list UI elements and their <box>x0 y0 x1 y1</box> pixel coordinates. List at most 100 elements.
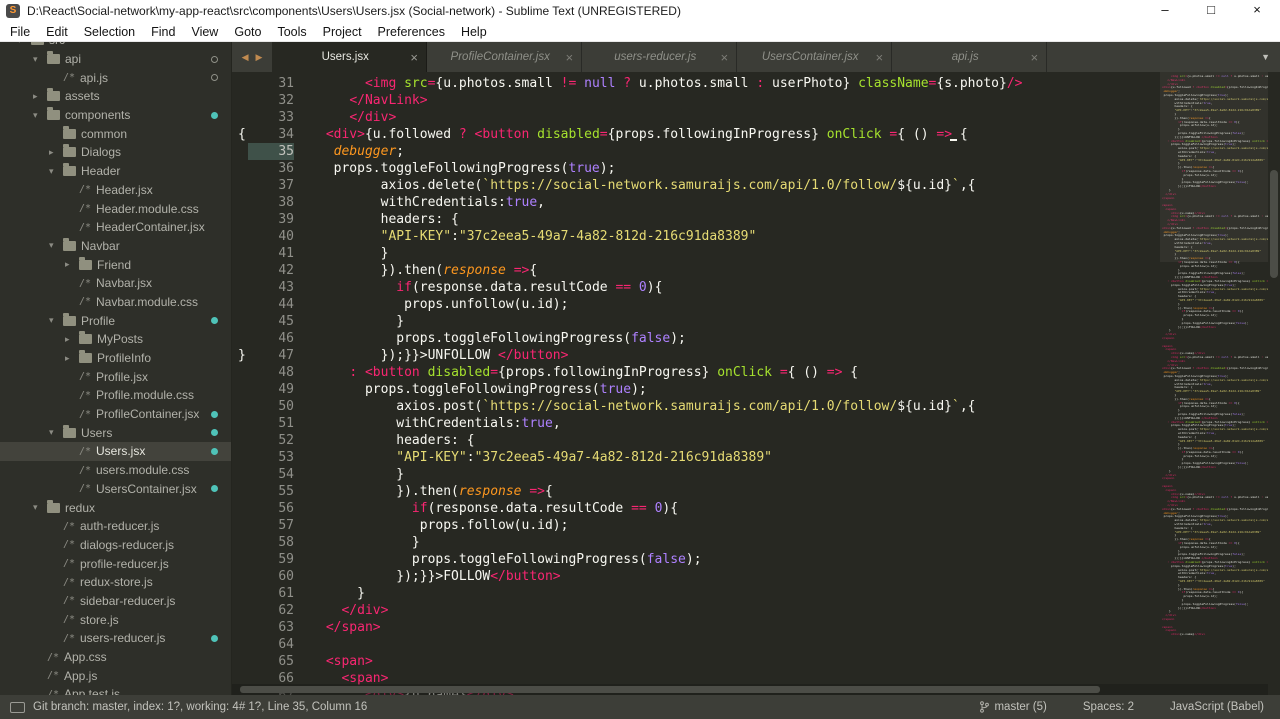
sidebar-item-Profile[interactable]: ▾ Profile <box>0 311 231 330</box>
sidebar-item-ProfileInfo[interactable]: ▸ ProfileInfo <box>0 349 231 368</box>
folder-arrow-icon[interactable]: ▸ <box>65 353 79 364</box>
code-line[interactable]: {34 <div>{u.followed ? <button disabled=… <box>232 126 1022 143</box>
sidebar-item-Header[interactable]: ▾ Header <box>0 162 231 181</box>
horizontal-scrollbar[interactable] <box>232 684 1268 695</box>
tab-Users.jsx[interactable]: Users.jsx × <box>272 42 427 72</box>
code-line[interactable]: 64 <box>232 636 1022 653</box>
sidebar-item-App.js[interactable]: /* App.js <box>0 666 231 685</box>
code-line[interactable]: 50 axios.post(`https://social-network.sa… <box>232 398 1022 415</box>
sidebar-item-Navbar[interactable]: ▾ Navbar <box>0 237 231 256</box>
code-line[interactable]: 56 if(response.data.resultCode == 0){ <box>232 500 1022 517</box>
folder-arrow-icon[interactable]: ▾ <box>17 42 31 46</box>
folder-arrow-icon[interactable]: ▸ <box>65 259 79 270</box>
code-line[interactable]: 55 }).then(response =>{ <box>232 483 1022 500</box>
tab-UsersContainer.jsx[interactable]: UsersContainer.jsx × <box>737 42 892 72</box>
code-line[interactable]: 49 props.toggleFollowingProgress(true); <box>232 381 1022 398</box>
sidebar-item-src[interactable]: ▾ src <box>0 42 231 50</box>
maximize-icon[interactable]: □ <box>1188 0 1234 22</box>
sidebar-item-Users[interactable]: ▾ Users <box>0 423 231 442</box>
sidebar-item-assets[interactable]: ▸ assets <box>0 87 231 106</box>
menu-preferences[interactable]: Preferences <box>370 25 453 39</box>
sidebar-item-users-reducer.js[interactable]: /* users-reducer.js <box>0 629 231 648</box>
code-line[interactable]: 57 props.follow(u.id); <box>232 517 1022 534</box>
folder-arrow-icon[interactable]: ▾ <box>49 315 63 326</box>
folder-arrow-icon[interactable]: ▸ <box>65 334 79 345</box>
tab-overflow-icon[interactable]: ▼ <box>1261 42 1270 72</box>
sidebar-item-MyPosts[interactable]: ▸ MyPosts <box>0 330 231 349</box>
sidebar-item-components[interactable]: ▾ components <box>0 106 231 125</box>
code-line[interactable]: 65 <span> <box>232 653 1022 670</box>
tab-close-icon[interactable]: × <box>565 51 573 64</box>
menu-tools[interactable]: Tools <box>269 25 314 39</box>
folder-arrow-icon[interactable]: ▸ <box>33 91 47 102</box>
sidebar-item-Profile.jsx[interactable]: /* Profile.jsx <box>0 367 231 386</box>
code-line[interactable]: 39 headers: { <box>232 211 1022 228</box>
sidebar-item-App.css[interactable]: /* App.css <box>0 648 231 667</box>
sidebar-item-api.js[interactable]: /* api.js <box>0 68 231 87</box>
sidebar-item-store.js[interactable]: /* store.js <box>0 610 231 629</box>
code-area[interactable]: 31 <img src={u.photos.small != null ? u.… <box>232 72 1280 695</box>
tab-nav-forward-icon[interactable]: ▶ <box>256 52 263 63</box>
menu-view[interactable]: View <box>183 25 226 39</box>
code-line[interactable]: 46 props.toggleFollowingProgress(false); <box>232 330 1022 347</box>
code-line[interactable]: } 47 });}}>UNFOLLOW </button> <box>232 347 1022 364</box>
code-line[interactable]: 60 });}}>FOLLOW</button> <box>232 568 1022 585</box>
menu-goto[interactable]: Goto <box>226 25 269 39</box>
status-javascript-babel-[interactable]: JavaScript (Babel) <box>1170 701 1264 713</box>
sidebar-item-redux-store.js[interactable]: /* redux-store.js <box>0 573 231 592</box>
code-line[interactable]: 40 "API-KEY":"37c2eea5-49a7-4a82-812d-21… <box>232 228 1022 245</box>
folder-arrow-icon[interactable]: ▾ <box>33 502 47 513</box>
minimap[interactable]: <img src={u.photos.small != null ? u.pho… <box>1160 72 1268 684</box>
code-line[interactable]: 62 </div> <box>232 602 1022 619</box>
code-line[interactable]: 42 }).then(response =>{ <box>232 262 1022 279</box>
sidebar-item-api[interactable]: ▾ api <box>0 50 231 69</box>
folder-arrow-icon[interactable]: ▾ <box>49 427 63 438</box>
tab-close-icon[interactable]: × <box>1030 51 1038 64</box>
tab-close-icon[interactable]: × <box>720 51 728 64</box>
vertical-scrollbar-thumb[interactable] <box>1270 170 1278 278</box>
tab-close-icon[interactable]: × <box>410 51 418 64</box>
code-line[interactable]: 37 axios.delete(`https://social-network.… <box>232 177 1022 194</box>
tab-close-icon[interactable]: × <box>875 51 883 64</box>
code-line[interactable]: 61 } <box>232 585 1022 602</box>
menu-selection[interactable]: Selection <box>76 25 143 39</box>
code-line[interactable]: 52 headers: { <box>232 432 1022 449</box>
tab-ProfileContainer.jsx[interactable]: ProfileContainer.jsx × <box>427 42 582 72</box>
sidebar-item-Navbar.jsx[interactable]: /* Navbar.jsx <box>0 274 231 293</box>
code-line[interactable]: 41 } <box>232 245 1022 262</box>
sidebar-item-auth-reducer.js[interactable]: /* auth-reducer.js <box>0 517 231 536</box>
code-line[interactable]: 58 } <box>232 534 1022 551</box>
sidebar-item-ProfileContainer.jsx[interactable]: /* ProfileContainer.jsx <box>0 405 231 424</box>
tab-api.js[interactable]: api.js × <box>892 42 1047 72</box>
sidebar-item-Friend[interactable]: ▸ Friend <box>0 255 231 274</box>
sidebar-item-Navbar.module.css[interactable]: /* Navbar.module.css <box>0 293 231 312</box>
sidebar-item-UsersContainer.jsx[interactable]: /* UsersContainer.jsx <box>0 480 231 499</box>
sidebar-item-Profile.module.css[interactable]: /* Profile.module.css <box>0 386 231 405</box>
sidebar-item-HeaderContainer.jsx[interactable]: /* HeaderContainer.jsx <box>0 218 231 237</box>
code-line[interactable]: 33 </div> <box>232 109 1022 126</box>
minimize-icon[interactable]: – <box>1142 0 1188 22</box>
status-master-5-[interactable]: master (5) <box>980 701 1047 713</box>
menu-file[interactable]: File <box>2 25 38 39</box>
sidebar-item-sidebar-reducer.js[interactable]: /* sidebar-reducer.js <box>0 592 231 611</box>
close-icon[interactable]: × <box>1234 0 1280 22</box>
menu-project[interactable]: Project <box>315 25 370 39</box>
status-spaces-2[interactable]: Spaces: 2 <box>1083 701 1134 713</box>
code-line[interactable]: 32 </NavLink> <box>232 92 1022 109</box>
folder-arrow-icon[interactable]: ▾ <box>33 110 47 121</box>
code-line[interactable]: 63 </span> <box>232 619 1022 636</box>
code-line[interactable]: 43 if(response.data.resultCode == 0){ <box>232 279 1022 296</box>
code-line[interactable]: 54 } <box>232 466 1022 483</box>
code-line[interactable]: 48 : <button disabled={props.followingIn… <box>232 364 1022 381</box>
code-line[interactable]: 44 props.unfollow(u.id); <box>232 296 1022 313</box>
menu-help[interactable]: Help <box>453 25 495 39</box>
sidebar-item-App.test.js[interactable]: /* App.test.js <box>0 685 231 695</box>
folder-arrow-icon[interactable]: ▾ <box>33 54 47 65</box>
menu-edit[interactable]: Edit <box>38 25 76 39</box>
code-line[interactable]: 35 debugger; <box>232 143 1022 160</box>
sidebar-item-profile-reducer.js[interactable]: /* profile-reducer.js <box>0 554 231 573</box>
tab-nav-back-icon[interactable]: ◀ <box>242 52 249 63</box>
sidebar-item-common[interactable]: common <box>0 124 231 143</box>
folder-arrow-icon[interactable]: ▾ <box>49 240 63 251</box>
vertical-scrollbar[interactable] <box>1268 72 1280 684</box>
